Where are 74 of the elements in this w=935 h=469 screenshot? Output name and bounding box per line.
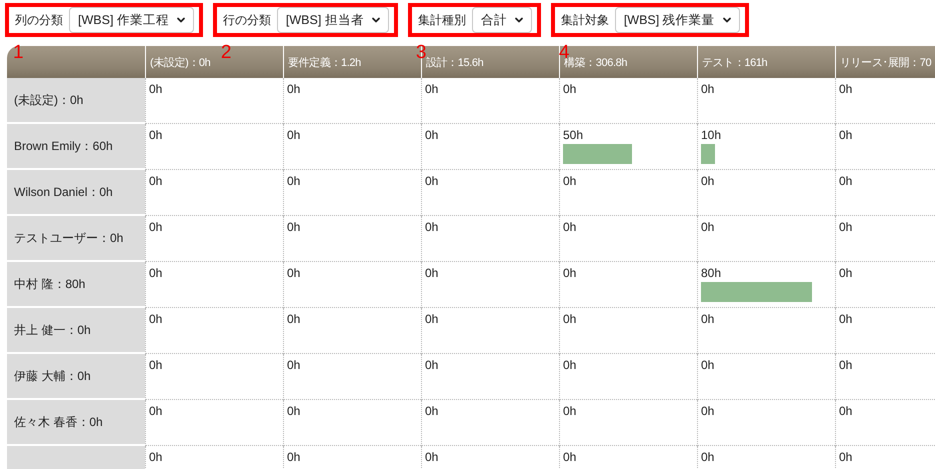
cell-value: 0h bbox=[563, 266, 578, 280]
cell-value: 0h bbox=[425, 220, 440, 234]
cell-value: 0h bbox=[149, 82, 164, 96]
cell-value: 50h bbox=[563, 128, 584, 142]
cell-value: 0h bbox=[839, 450, 854, 464]
cell-value: 0h bbox=[563, 174, 578, 188]
cell-value: 0h bbox=[839, 404, 854, 418]
filter-label: 列の分類 bbox=[15, 12, 63, 28]
row-header: Brown Emily：60h bbox=[7, 124, 145, 170]
row-header: テストユーザー：0h bbox=[7, 216, 145, 262]
cell-value: 0h bbox=[149, 128, 164, 142]
cell-value: 0h bbox=[563, 404, 578, 418]
cell-value: 0h bbox=[149, 450, 164, 464]
cell-value: 0h bbox=[149, 266, 164, 280]
cell-value: 0h bbox=[425, 174, 440, 188]
row-header: 中村 隆：80h bbox=[7, 262, 145, 308]
cell-value: 0h bbox=[701, 358, 716, 372]
filter-label: 集計対象 bbox=[560, 12, 609, 28]
cell-value: 0h bbox=[287, 82, 302, 96]
cell-value: 0h bbox=[839, 358, 854, 372]
cell-value: 0h bbox=[839, 220, 854, 234]
dropdown-select[interactable]: [WBS] 残作業量 bbox=[614, 7, 740, 33]
column-header: テスト：161h bbox=[697, 46, 835, 78]
row-header: 井上 健一：0h bbox=[7, 308, 145, 354]
filter-label: 行の分類 bbox=[222, 12, 271, 28]
cell-value: 0h bbox=[563, 358, 578, 372]
cell-value: 0h bbox=[563, 450, 578, 464]
row-header: 伊藤 大輔：0h bbox=[7, 354, 145, 400]
dropdown-select[interactable]: 合計 bbox=[472, 7, 532, 33]
annotation-number: 2 bbox=[220, 43, 232, 62]
cell-value: 0h bbox=[563, 220, 578, 234]
cell-value: 80h bbox=[701, 266, 722, 280]
cell-value: 0h bbox=[839, 312, 854, 326]
cell-value: 0h bbox=[149, 174, 164, 188]
cell-value: 0h bbox=[287, 312, 302, 326]
cell-value: 0h bbox=[701, 312, 716, 326]
cell-value: 0h bbox=[425, 358, 440, 372]
cell-value: 0h bbox=[287, 128, 302, 142]
dropdown-select[interactable]: [WBS] 担当者 bbox=[276, 7, 389, 33]
cell-value: 0h bbox=[287, 450, 302, 464]
cell-value: 0h bbox=[701, 82, 716, 96]
cell-value: 0h bbox=[701, 404, 716, 418]
cell-value: 0h bbox=[287, 220, 302, 234]
cell-value: 0h bbox=[839, 128, 854, 142]
cell-value: 0h bbox=[149, 312, 164, 326]
cell-value: 0h bbox=[425, 266, 440, 280]
cell-value: 0h bbox=[839, 266, 854, 280]
column-header: リリース･展開：70 bbox=[835, 46, 935, 78]
cell-value: 0h bbox=[149, 220, 164, 234]
cell-value: 0h bbox=[839, 82, 854, 96]
cell-value: 0h bbox=[287, 174, 302, 188]
cell-value: 0h bbox=[563, 82, 578, 96]
cell-value: 0h bbox=[839, 174, 854, 188]
dropdown-select[interactable]: [WBS] 作業工程 bbox=[69, 7, 194, 33]
cell-value: 0h bbox=[149, 358, 164, 372]
cell-value: 0h bbox=[563, 312, 578, 326]
cell-value: 0h bbox=[287, 358, 302, 372]
cell-value: 0h bbox=[425, 404, 440, 418]
cell-value: 0h bbox=[287, 266, 302, 280]
cell-value: 0h bbox=[701, 450, 716, 464]
cell-value: 0h bbox=[425, 82, 440, 96]
cell-value: 0h bbox=[425, 450, 440, 464]
row-header: 佐々木 春香：0h bbox=[7, 400, 145, 446]
cell-value: 0h bbox=[287, 404, 302, 418]
filter-label: 集計種別 bbox=[418, 12, 466, 28]
cell-value: 0h bbox=[425, 128, 440, 142]
cell-value: 0h bbox=[425, 312, 440, 326]
cell-value: 0h bbox=[701, 174, 716, 188]
cell-value: 0h bbox=[701, 220, 716, 234]
row-header: Wilson Daniel：0h bbox=[7, 170, 145, 216]
cell-value: 0h bbox=[149, 404, 164, 418]
annotation-number: 1 bbox=[13, 43, 24, 62]
row-header: (未設定)：0h bbox=[7, 78, 145, 124]
cell-value: 10h bbox=[701, 128, 722, 142]
